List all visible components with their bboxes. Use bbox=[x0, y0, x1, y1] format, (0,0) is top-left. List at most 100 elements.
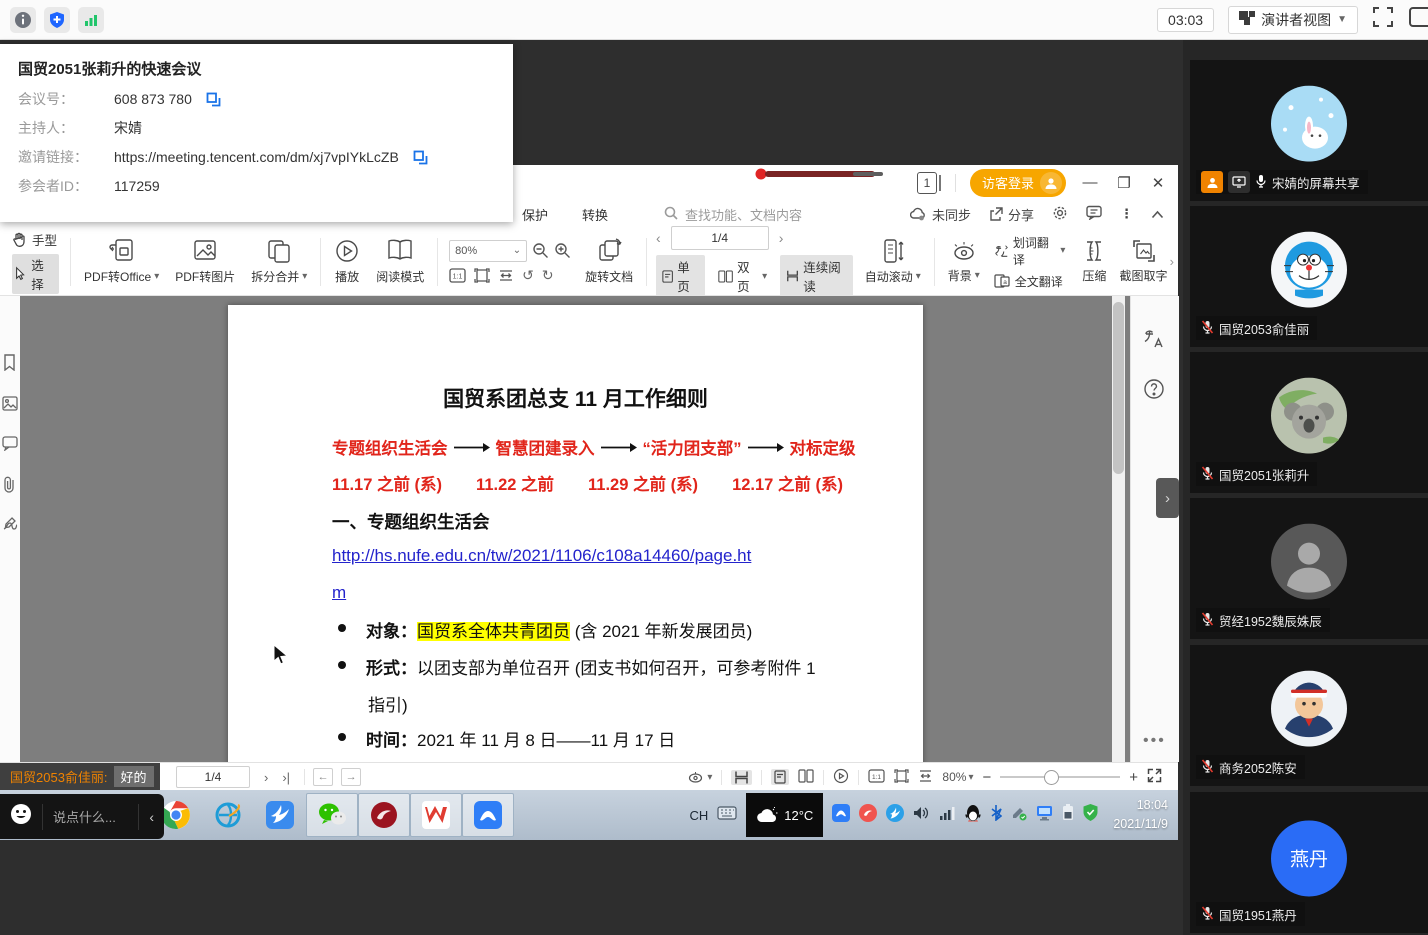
restore-button[interactable]: ❐ bbox=[1114, 174, 1134, 192]
shield-health-icon[interactable] bbox=[44, 7, 70, 33]
taskbar-music-app-icon[interactable] bbox=[358, 793, 410, 837]
continuous-read-mode[interactable]: 连续阅读 bbox=[780, 255, 853, 297]
signature-icon[interactable] bbox=[2, 516, 18, 536]
doc-hyperlink-wrap[interactable]: m bbox=[332, 583, 346, 603]
participant-tile[interactable]: 宋婧的屏幕共享 bbox=[1190, 60, 1428, 201]
menu-protect[interactable]: 保护 bbox=[522, 205, 548, 224]
copy-icon[interactable] bbox=[413, 150, 428, 165]
last-page-button[interactable]: ›| bbox=[282, 770, 290, 785]
fullscreen-icon[interactable] bbox=[1372, 6, 1394, 33]
tray-pc-manager-icon[interactable] bbox=[1036, 805, 1053, 826]
help-icon[interactable] bbox=[1143, 378, 1165, 405]
compress-button[interactable]: 压缩 bbox=[1071, 239, 1117, 284]
statusbar-background-icon[interactable]: ▾ bbox=[688, 771, 712, 784]
menu-convert[interactable]: 转换 bbox=[582, 205, 608, 224]
chat-input-bar[interactable]: 说点什么... ‹ bbox=[0, 794, 164, 839]
auto-scroll-button[interactable]: 自动滚动▾ bbox=[857, 238, 929, 285]
collapse-chat-icon[interactable]: ‹ bbox=[149, 809, 154, 825]
attachment-icon[interactable] bbox=[2, 476, 16, 498]
document-search-input[interactable]: 查找功能、文档内容 bbox=[664, 205, 802, 224]
input-method-indicator[interactable]: CH bbox=[689, 808, 708, 823]
pdf-to-office-button[interactable]: PDF转Office▾ bbox=[76, 238, 167, 285]
taskbar-clock[interactable]: 18:04 2021/11/9 bbox=[1107, 796, 1168, 834]
rotate-left-icon[interactable]: ↺ bbox=[522, 267, 534, 284]
split-merge-button[interactable]: 拆分合并▾ bbox=[243, 238, 315, 285]
tray-shield-icon[interactable] bbox=[1083, 804, 1098, 826]
tray-volume-icon[interactable] bbox=[913, 805, 930, 826]
page-indicator[interactable]: 1/4 bbox=[671, 226, 769, 250]
next-page-icon[interactable]: › bbox=[779, 230, 784, 246]
history-back-button[interactable]: ← bbox=[313, 768, 333, 786]
chat-input-placeholder[interactable]: 说点什么... bbox=[53, 807, 128, 826]
zoom-slider[interactable] bbox=[1000, 776, 1120, 778]
settings-gear-icon[interactable] bbox=[1052, 205, 1068, 224]
participant-tile[interactable]: 商务2052陈安 bbox=[1190, 645, 1428, 786]
fit-width-icon[interactable] bbox=[498, 268, 514, 283]
statusbar-single-page-icon[interactable] bbox=[771, 769, 789, 785]
view-mode-dropdown[interactable]: 演讲者视图 ▼ bbox=[1228, 6, 1358, 34]
actual-size-icon[interactable]: 1:1 bbox=[449, 268, 466, 283]
weather-widget[interactable]: 12°C bbox=[746, 793, 823, 837]
keyboard-icon[interactable] bbox=[717, 806, 737, 825]
scrollbar-thumb[interactable] bbox=[1113, 302, 1124, 474]
toolbar-overflow-icon[interactable]: › bbox=[1170, 254, 1178, 269]
taskbar-xunlei-icon[interactable] bbox=[254, 793, 306, 837]
zoom-select[interactable]: 80%⌄ bbox=[449, 240, 527, 262]
fit-page-icon[interactable] bbox=[474, 268, 490, 283]
play-button[interactable]: 播放 bbox=[326, 238, 368, 285]
taskbar-wechat-icon[interactable] bbox=[306, 793, 358, 837]
statusbar-continuous-icon[interactable] bbox=[731, 770, 752, 785]
zoom-minus-button[interactable]: − bbox=[982, 769, 991, 786]
next-page-button[interactable]: › bbox=[264, 770, 268, 785]
translate-tool-icon[interactable] bbox=[1143, 328, 1165, 355]
participant-tile[interactable]: 贸经1952魏辰姝辰 bbox=[1190, 498, 1428, 639]
read-mode-button[interactable]: 阅读模式 bbox=[368, 238, 432, 285]
tray-network-icon[interactable] bbox=[939, 806, 956, 825]
more-menu-icon[interactable]: ⋮ bbox=[1120, 206, 1133, 222]
statusbar-double-page-icon[interactable] bbox=[798, 769, 814, 786]
pdf-to-image-button[interactable]: PDF转图片 bbox=[167, 238, 243, 285]
side-panel-toggle-icon[interactable]: 1 bbox=[917, 172, 941, 194]
word-translate-button[interactable]: 划词翻译▾ bbox=[994, 234, 1066, 268]
double-page-mode[interactable]: 双页▾ bbox=[712, 255, 773, 297]
doc-hyperlink[interactable]: http://hs.nufe.edu.cn/tw/2021/1106/c108a… bbox=[332, 546, 751, 566]
prev-page-icon[interactable]: ‹ bbox=[656, 230, 661, 246]
statusbar-zoom-select[interactable]: 80%▾ bbox=[942, 770, 973, 784]
network-signal-icon[interactable] bbox=[78, 7, 104, 33]
participant-tile[interactable]: 燕丹 国贸1951燕丹 bbox=[1190, 792, 1428, 933]
rotate-right-icon[interactable]: ↻ bbox=[542, 267, 554, 284]
tray-music-icon[interactable] bbox=[859, 804, 877, 827]
tray-sync-tool-icon[interactable] bbox=[1011, 805, 1027, 826]
hand-tool[interactable]: 手型 bbox=[12, 230, 59, 249]
statusbar-page-input[interactable]: 1/4 bbox=[176, 766, 250, 788]
meeting-info-icon[interactable] bbox=[10, 7, 36, 33]
collapse-toolbar-icon[interactable] bbox=[1151, 207, 1164, 222]
tray-qq-icon[interactable] bbox=[965, 804, 981, 827]
guest-login-button[interactable]: 访客登录 bbox=[970, 169, 1066, 197]
taskbar-ie-icon[interactable] bbox=[202, 793, 254, 837]
strip-more-icon[interactable]: ••• bbox=[1143, 732, 1166, 750]
background-button[interactable]: 背景▾ bbox=[940, 239, 988, 284]
statusbar-fullscreen-icon[interactable] bbox=[1147, 768, 1162, 786]
single-page-mode[interactable]: 单页 bbox=[656, 255, 705, 297]
statusbar-play-icon[interactable] bbox=[833, 768, 849, 787]
tray-bluetooth-icon[interactable] bbox=[990, 804, 1002, 826]
zoom-out-icon[interactable] bbox=[532, 242, 549, 259]
select-tool[interactable]: 选择 bbox=[12, 254, 59, 294]
full-translate-button[interactable]: a 全文翻译 bbox=[994, 273, 1066, 290]
zoom-in-icon[interactable] bbox=[554, 242, 571, 259]
statusbar-fit-page-icon[interactable] bbox=[894, 769, 909, 786]
participant-tile[interactable]: 国贸2053俞佳丽 bbox=[1190, 206, 1428, 347]
thumbnail-icon[interactable] bbox=[2, 396, 18, 416]
minimize-button[interactable]: — bbox=[1080, 174, 1100, 191]
zoom-slider-thumb[interactable] bbox=[1044, 770, 1059, 785]
document-viewport[interactable]: 国贸系团总支 11 月工作细则 专题组织生活会 智慧团建录入 “活力团支部” 对… bbox=[20, 296, 1130, 762]
zoom-plus-button[interactable]: + bbox=[1129, 769, 1138, 786]
comments-panel-icon[interactable] bbox=[2, 436, 18, 456]
tray-battery-icon[interactable] bbox=[1062, 804, 1074, 826]
sync-status[interactable]: 未同步 bbox=[910, 205, 971, 224]
close-button[interactable]: ✕ bbox=[1148, 174, 1168, 192]
rotate-document-button[interactable]: 旋转文档 bbox=[577, 238, 641, 285]
comment-icon[interactable] bbox=[1086, 205, 1102, 223]
copy-icon[interactable] bbox=[206, 92, 221, 107]
